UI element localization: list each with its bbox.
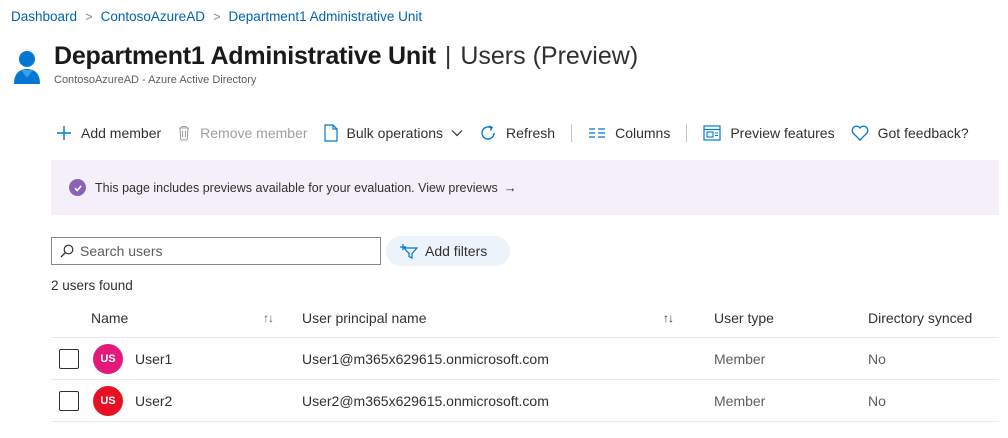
sort-icon[interactable]: ↑↓ (263, 311, 274, 325)
toolbar-divider (571, 124, 573, 142)
columns-label: Columns (615, 125, 671, 141)
user-principal-name: User1@m365x629615.onmicrosoft.com (302, 350, 549, 367)
breadcrumb-department1[interactable]: Department1 Administrative Unit (229, 9, 423, 24)
directory-synced: No (868, 392, 886, 409)
row-checkbox[interactable] (59, 348, 79, 369)
columns-button[interactable]: Columns (588, 125, 670, 141)
user-principal-name: User2@m365x629615.onmicrosoft.com (302, 392, 549, 409)
heart-icon (851, 125, 869, 141)
breadcrumb-separator: > (212, 9, 221, 24)
search-icon (60, 244, 74, 258)
column-header-upn[interactable]: User principal name (302, 310, 427, 326)
user-type: Member (714, 350, 766, 367)
user-name[interactable]: User2 (135, 393, 172, 409)
breadcrumb-dashboard[interactable]: Dashboard (11, 9, 77, 24)
avatar: US (93, 385, 123, 416)
user-type: Member (714, 392, 766, 409)
bulk-operations-label: Bulk operations (346, 125, 444, 141)
sort-icon[interactable]: ↑↓ (663, 311, 674, 325)
preview-features-icon (703, 125, 721, 141)
trash-icon (179, 125, 190, 141)
breadcrumb: Dashboard > ContosoAzureAD > Department1… (11, 9, 422, 24)
refresh-button[interactable]: Refresh (479, 124, 555, 142)
add-filter-icon (400, 244, 419, 259)
column-header-user-type[interactable]: User type (714, 310, 774, 326)
add-filters-button[interactable]: Add filters (386, 236, 510, 266)
arrow-right-icon[interactable]: → (504, 180, 517, 195)
page-section-title: Users (Preview) (460, 42, 639, 70)
checkmark-badge-icon (69, 179, 86, 196)
search-box (51, 237, 381, 265)
chevron-down-icon (451, 130, 463, 137)
columns-icon (589, 128, 606, 138)
page-header: Department1 Administrative Unit | Users … (12, 42, 638, 88)
got-feedback-button[interactable]: Got feedback? (851, 125, 969, 141)
title-divider: | (444, 42, 452, 70)
user-name[interactable]: User1 (135, 351, 172, 367)
user-icon (14, 51, 40, 84)
bulk-operations-button[interactable]: Bulk operations (323, 124, 464, 142)
search-input[interactable] (80, 243, 370, 259)
preview-banner: This page includes previews available fo… (51, 160, 999, 215)
got-feedback-label: Got feedback? (877, 125, 969, 141)
users-table: Name ↑↓ User principal name ↑↓ User type… (51, 298, 999, 422)
remove-member-button[interactable]: Remove member (177, 125, 308, 141)
row-checkbox[interactable] (59, 390, 79, 411)
avatar: US (93, 343, 123, 374)
table-header: Name ↑↓ User principal name ↑↓ User type… (51, 298, 999, 338)
directory-synced: No (868, 350, 886, 367)
preview-features-button[interactable]: Preview features (703, 125, 835, 141)
banner-text[interactable]: This page includes previews available fo… (95, 181, 498, 195)
document-icon (323, 124, 338, 142)
breadcrumb-separator: > (85, 9, 93, 24)
plus-icon (57, 126, 71, 140)
page-title: Department1 Administrative Unit (54, 42, 436, 70)
add-member-button[interactable]: Add member (56, 125, 161, 141)
add-filters-label: Add filters (425, 243, 488, 259)
table-row[interactable]: US User2 User2@m365x629615.onmicrosoft.c… (51, 380, 999, 422)
toolbar-divider (686, 124, 688, 142)
table-row[interactable]: US User1 User1@m365x629615.onmicrosoft.c… (51, 338, 999, 380)
results-count: 2 users found (51, 278, 133, 293)
breadcrumb-contosoazuread[interactable]: ContosoAzureAD (101, 9, 205, 24)
column-header-directory-synced[interactable]: Directory synced (868, 310, 972, 326)
refresh-label: Refresh (506, 125, 556, 141)
command-bar: Add member Remove member Bulk operations… (56, 120, 969, 146)
refresh-icon (481, 125, 495, 140)
remove-member-label: Remove member (200, 125, 308, 141)
page-caption: ContosoAzureAD - Azure Active Directory (54, 74, 257, 86)
preview-features-label: Preview features (730, 125, 835, 141)
add-member-label: Add member (81, 125, 162, 141)
column-header-name[interactable]: Name (91, 310, 128, 326)
